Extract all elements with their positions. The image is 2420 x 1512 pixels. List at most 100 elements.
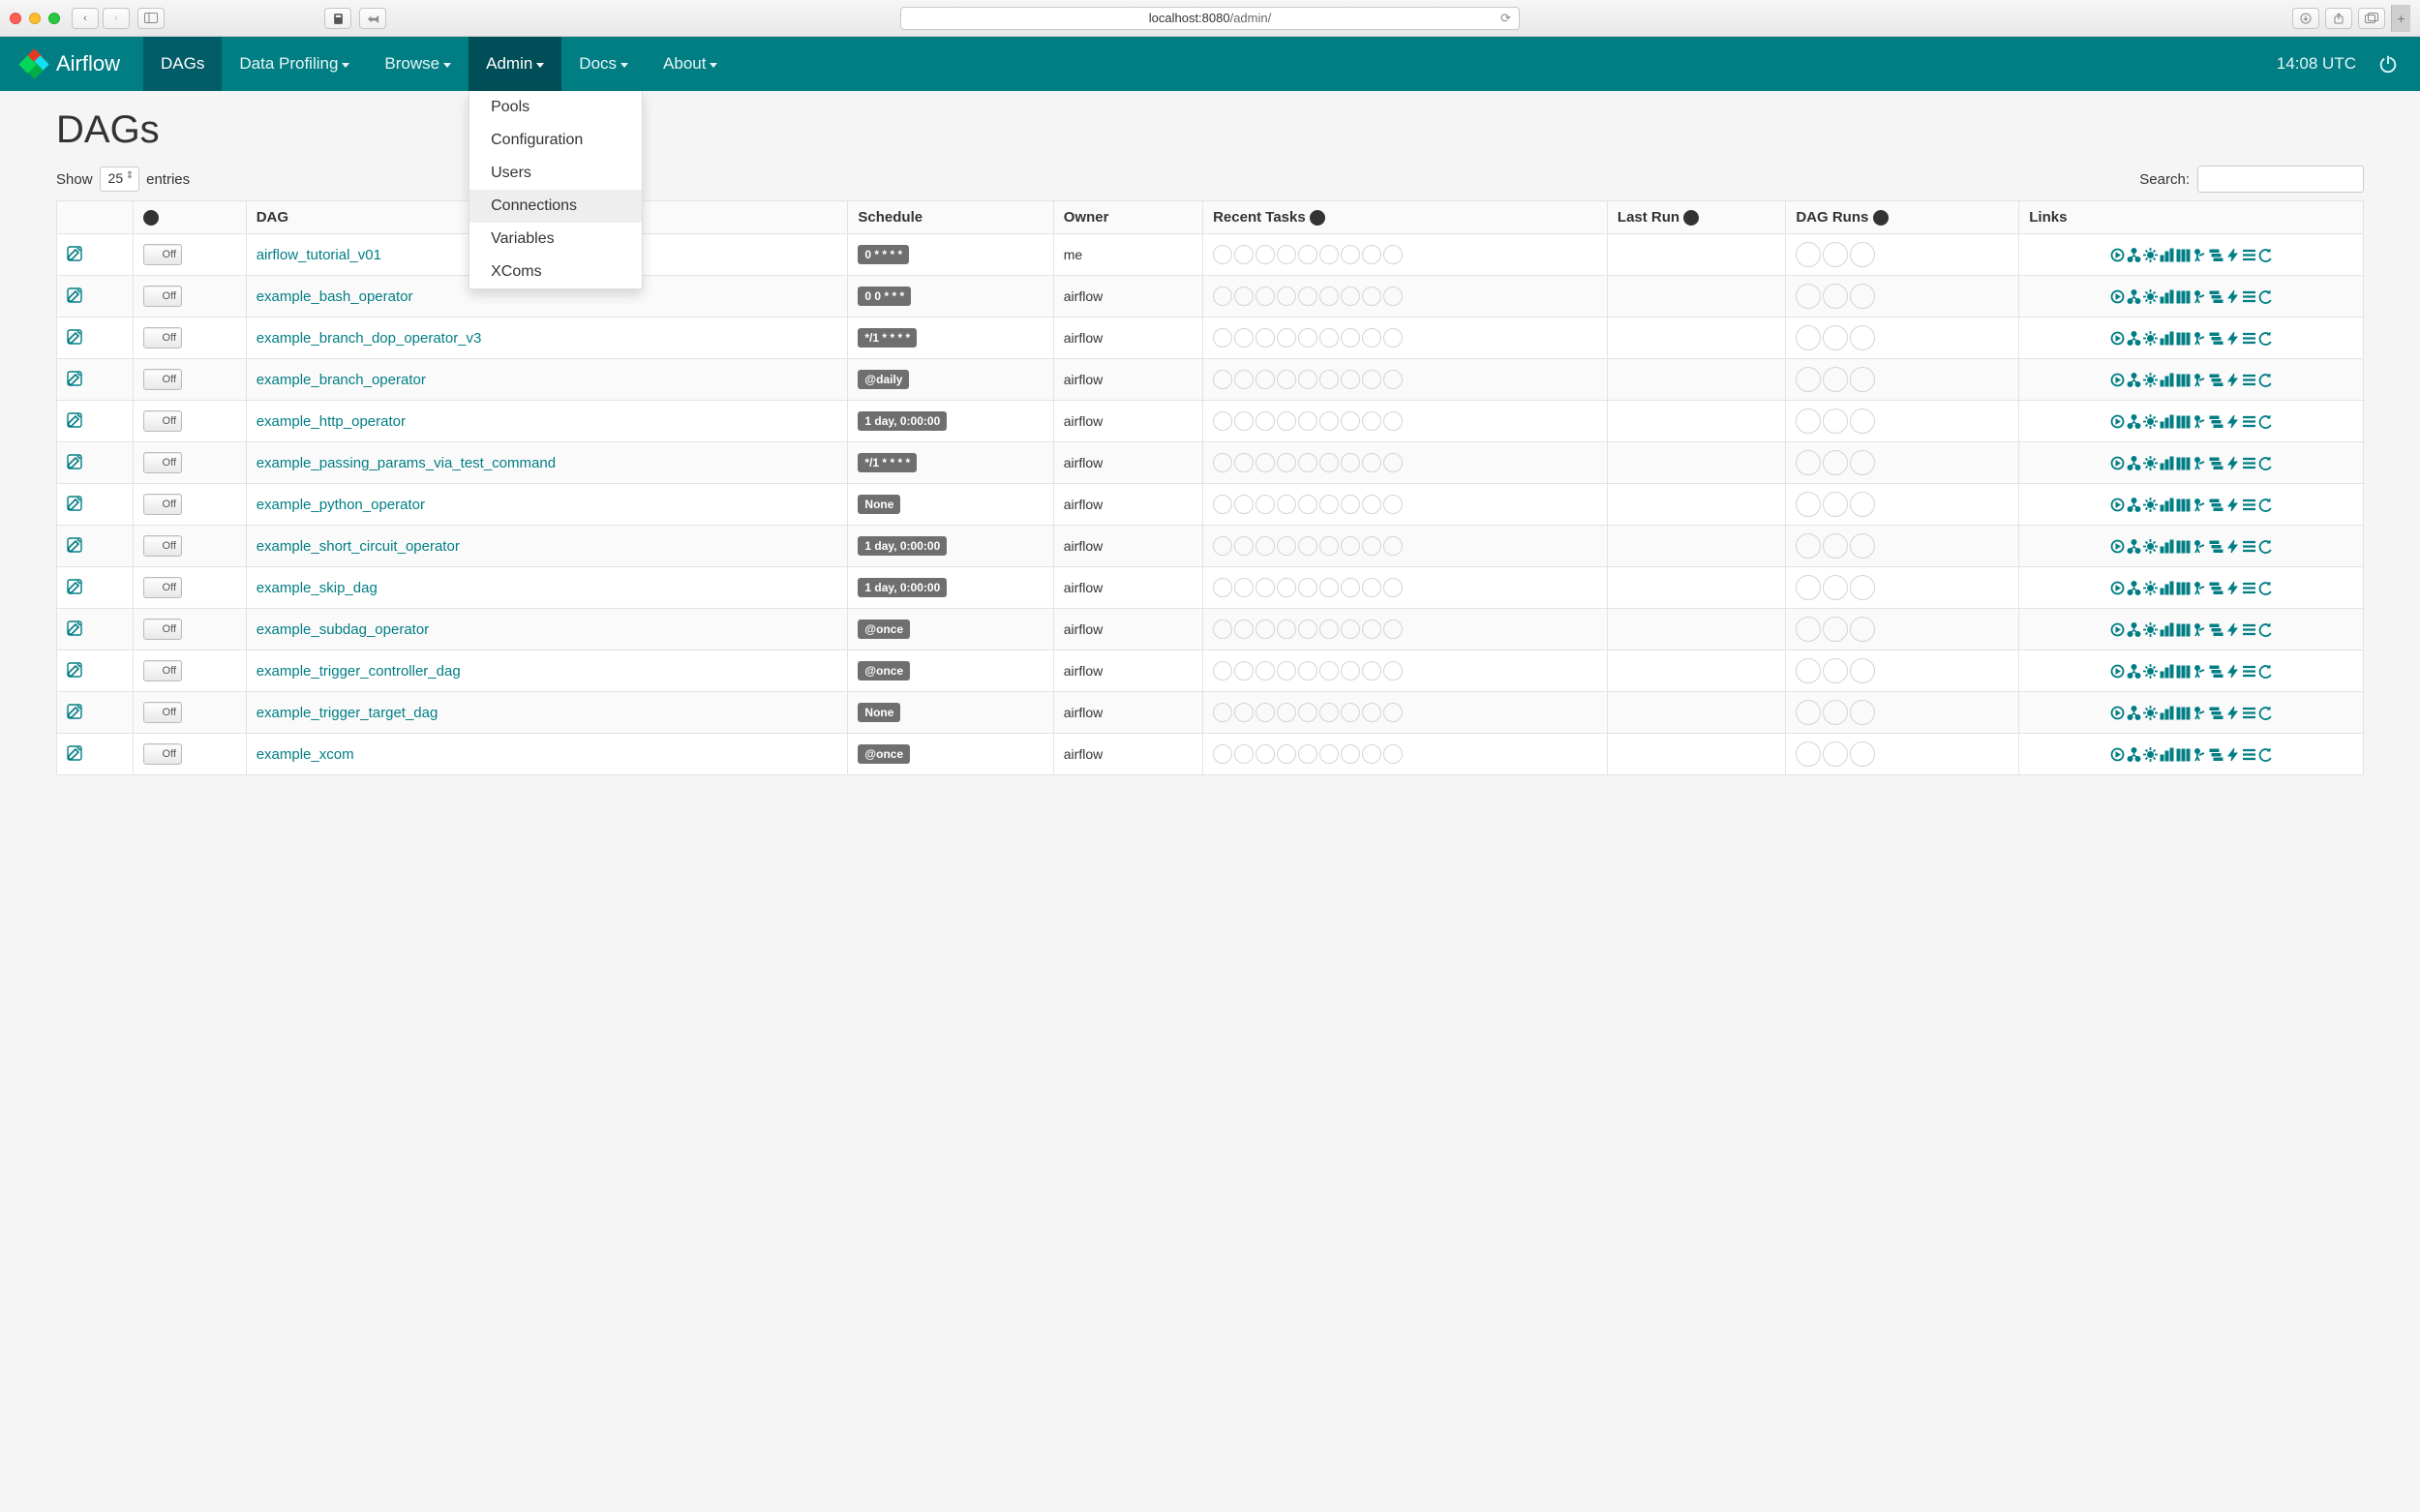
new-tab-button[interactable]: + — [2391, 5, 2410, 32]
task-circle[interactable] — [1319, 370, 1339, 389]
dagrun-circle[interactable] — [1796, 408, 1821, 434]
edit-icon[interactable] — [67, 745, 82, 761]
task-circle[interactable] — [1319, 411, 1339, 431]
edit-icon[interactable] — [67, 579, 82, 594]
task-circle[interactable] — [1234, 370, 1254, 389]
task-circle[interactable] — [1341, 328, 1360, 348]
dagrun-circle[interactable] — [1823, 617, 1848, 642]
tree-icon[interactable] — [2127, 331, 2141, 346]
info-icon[interactable]: i — [143, 210, 159, 226]
dagrun-circle[interactable] — [1796, 325, 1821, 350]
tries-icon[interactable] — [2176, 331, 2191, 346]
dag-link[interactable]: example_trigger_target_dag — [257, 705, 439, 721]
task-circle[interactable] — [1298, 536, 1317, 556]
task-circle[interactable] — [1213, 578, 1232, 597]
dagrun-circle[interactable] — [1850, 284, 1875, 309]
tabs-button[interactable] — [2358, 8, 2385, 29]
dag-link[interactable]: example_skip_dag — [257, 580, 378, 596]
gantt-icon[interactable] — [2209, 581, 2223, 595]
log-icon[interactable] — [2242, 289, 2256, 304]
back-button[interactable]: ‹ — [72, 8, 99, 29]
task-circle[interactable] — [1234, 703, 1254, 722]
task-circle[interactable] — [1298, 453, 1317, 472]
task-circle[interactable] — [1213, 370, 1232, 389]
log-icon[interactable] — [2242, 581, 2256, 595]
bolt-icon[interactable] — [2225, 747, 2240, 762]
task-circle[interactable] — [1362, 245, 1381, 264]
refresh-icon[interactable] — [2258, 414, 2273, 429]
task-circle[interactable] — [1234, 578, 1254, 597]
task-circle[interactable] — [1362, 495, 1381, 514]
task-circle[interactable] — [1234, 495, 1254, 514]
forward-button[interactable]: › — [103, 8, 130, 29]
trigger-icon[interactable] — [2110, 581, 2125, 595]
task-circle[interactable] — [1234, 620, 1254, 639]
nav-item-dags[interactable]: DAGs — [143, 37, 222, 91]
refresh-icon[interactable] — [2258, 622, 2273, 637]
dag-link[interactable]: example_passing_params_via_test_command — [257, 455, 556, 471]
task-circle[interactable] — [1213, 703, 1232, 722]
edit-icon[interactable] — [67, 454, 82, 469]
info-icon[interactable]: i — [1873, 210, 1889, 226]
task-circle[interactable] — [1341, 703, 1360, 722]
maximize-window-icon[interactable] — [48, 13, 60, 24]
task-circle[interactable] — [1298, 287, 1317, 306]
task-circle[interactable] — [1362, 411, 1381, 431]
task-circle[interactable] — [1277, 453, 1296, 472]
task-circle[interactable] — [1298, 578, 1317, 597]
bolt-icon[interactable] — [2225, 706, 2240, 720]
duration-icon[interactable] — [2160, 747, 2174, 762]
task-circle[interactable] — [1255, 370, 1275, 389]
downloads-button[interactable] — [2292, 8, 2319, 29]
bolt-icon[interactable] — [2225, 456, 2240, 470]
dag-link[interactable]: example_xcom — [257, 746, 354, 763]
dropdown-item-xcoms[interactable]: XComs — [469, 256, 642, 288]
dag-link[interactable]: example_short_circuit_operator — [257, 538, 460, 555]
tree-icon[interactable] — [2127, 581, 2141, 595]
task-circle[interactable] — [1213, 245, 1232, 264]
bolt-icon[interactable] — [2225, 498, 2240, 512]
trigger-icon[interactable] — [2110, 248, 2125, 262]
task-circle[interactable] — [1255, 287, 1275, 306]
graph-icon[interactable] — [2143, 248, 2158, 262]
landing-icon[interactable] — [2193, 498, 2207, 512]
duration-icon[interactable] — [2160, 622, 2174, 637]
log-icon[interactable] — [2242, 498, 2256, 512]
dag-toggle[interactable]: Off — [143, 535, 182, 557]
tree-icon[interactable] — [2127, 664, 2141, 679]
task-circle[interactable] — [1362, 620, 1381, 639]
task-circle[interactable] — [1383, 370, 1403, 389]
task-circle[interactable] — [1277, 495, 1296, 514]
task-circle[interactable] — [1319, 661, 1339, 680]
trigger-icon[interactable] — [2110, 414, 2125, 429]
task-circle[interactable] — [1341, 453, 1360, 472]
dropdown-item-pools[interactable]: Pools — [469, 91, 642, 124]
gantt-icon[interactable] — [2209, 706, 2223, 720]
task-circle[interactable] — [1255, 744, 1275, 764]
duration-icon[interactable] — [2160, 289, 2174, 304]
task-circle[interactable] — [1362, 536, 1381, 556]
search-input[interactable] — [2197, 166, 2364, 193]
dag-link[interactable]: example_bash_operator — [257, 288, 413, 305]
dag-link[interactable]: example_subdag_operator — [257, 621, 429, 638]
schedule-badge[interactable]: @once — [858, 744, 910, 764]
gantt-icon[interactable] — [2209, 664, 2223, 679]
task-circle[interactable] — [1383, 287, 1403, 306]
dagrun-circle[interactable] — [1823, 450, 1848, 475]
task-circle[interactable] — [1234, 328, 1254, 348]
dagrun-circle[interactable] — [1823, 575, 1848, 600]
gantt-icon[interactable] — [2209, 539, 2223, 554]
tree-icon[interactable] — [2127, 706, 2141, 720]
dagrun-circle[interactable] — [1850, 658, 1875, 683]
tries-icon[interactable] — [2176, 664, 2191, 679]
tries-icon[interactable] — [2176, 456, 2191, 470]
task-circle[interactable] — [1213, 287, 1232, 306]
refresh-icon[interactable] — [2258, 331, 2273, 346]
task-circle[interactable] — [1277, 370, 1296, 389]
landing-icon[interactable] — [2193, 414, 2207, 429]
task-circle[interactable] — [1234, 661, 1254, 680]
trigger-icon[interactable] — [2110, 289, 2125, 304]
duration-icon[interactable] — [2160, 539, 2174, 554]
task-circle[interactable] — [1341, 245, 1360, 264]
reload-icon[interactable]: ⟳ — [1500, 11, 1511, 26]
